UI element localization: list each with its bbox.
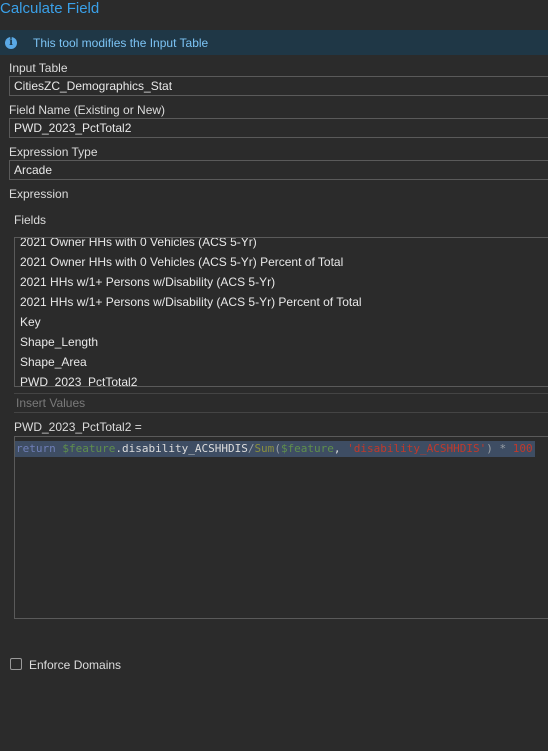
- expression-type-select[interactable]: Arcade: [9, 160, 548, 180]
- field-item[interactable]: 2021 HHs w/1+ Persons w/Disability (ACS …: [15, 292, 548, 312]
- window-title: Calculate Field: [0, 0, 100, 17]
- code-paren: (: [274, 442, 281, 455]
- info-banner: i This tool modifies the Input Table: [0, 30, 548, 55]
- field-name-field[interactable]: PWD_2023_PctTotal2: [9, 118, 548, 138]
- expression-code-line[interactable]: return $feature.disability_ACSHHDIS/Sum(…: [15, 441, 535, 457]
- field-item[interactable]: 2021 HHs w/1+ Persons w/Disability (ACS …: [15, 272, 548, 292]
- field-item[interactable]: 2021 Owner HHs with 0 Vehicles (ACS 5-Yr…: [15, 238, 548, 252]
- fields-label: Fields: [14, 213, 47, 227]
- code-variable: $feature: [55, 442, 116, 455]
- expression-editor[interactable]: return $feature.disability_ACSHHDIS/Sum(…: [14, 436, 548, 619]
- info-text: This tool modifies the Input Table: [33, 35, 209, 50]
- field-item[interactable]: PWD_2023_PctTotal2: [15, 372, 548, 386]
- code-field: .disability_ACSHHDIS: [115, 442, 248, 455]
- enforce-domains-checkbox[interactable]: [10, 658, 22, 670]
- code-number: 100: [512, 442, 533, 455]
- code-function: Sum: [254, 442, 275, 455]
- input-table-label: Input Table: [9, 61, 68, 75]
- field-item[interactable]: Key: [15, 312, 548, 332]
- code-comma: ,: [333, 442, 348, 455]
- info-icon: i: [5, 36, 17, 49]
- field-item[interactable]: Shape_Length: [15, 332, 548, 352]
- enforce-domains-label: Enforce Domains: [29, 658, 122, 672]
- field-item[interactable]: Shape_Area: [15, 352, 548, 372]
- code-operator: ) *: [486, 442, 513, 455]
- field-item[interactable]: 2021 Owner HHs with 0 Vehicles (ACS 5-Yr…: [15, 252, 548, 272]
- input-table-field[interactable]: CitiesZC_Demographics_Stat: [9, 76, 548, 96]
- code-variable: $feature: [280, 442, 334, 455]
- fields-list[interactable]: 2021 Owner HHs with 0 Vehicles (ACS 5-Yr…: [14, 237, 548, 387]
- expression-target-label: PWD_2023_PctTotal2 =: [14, 420, 142, 434]
- expression-type-label: Expression Type: [9, 145, 98, 159]
- code-keyword: return: [16, 442, 56, 455]
- insert-values-dropdown[interactable]: Insert Values: [14, 393, 548, 413]
- field-name-label: Field Name (Existing or New): [9, 103, 166, 117]
- code-string: 'disability_ACSHHDIS': [347, 442, 487, 455]
- expression-label: Expression: [9, 187, 69, 201]
